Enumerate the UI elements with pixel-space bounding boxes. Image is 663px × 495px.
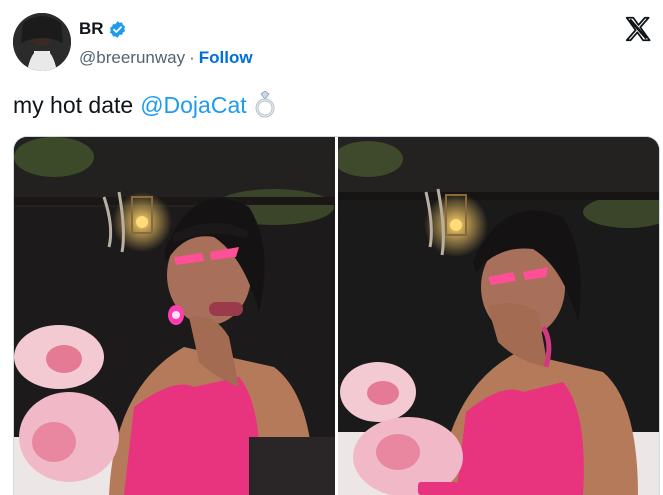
- separator-dot: ·: [189, 48, 195, 67]
- tweet-body: my hot date: [13, 91, 134, 118]
- ring-icon: [255, 91, 275, 118]
- author-handle[interactable]: @breerunway: [79, 48, 185, 68]
- media-grid: [13, 136, 660, 495]
- avatar[interactable]: [13, 13, 71, 71]
- tweet-text: my hot date @DojaCat: [13, 91, 276, 119]
- mention-link[interactable]: @DojaCat: [140, 92, 246, 119]
- author-name[interactable]: BR: [79, 19, 104, 39]
- x-logo-icon[interactable]: [623, 14, 653, 44]
- follow-button[interactable]: Follow: [199, 48, 253, 68]
- photo-2[interactable]: [338, 137, 659, 495]
- photo-1[interactable]: [14, 137, 335, 495]
- verified-badge-icon: [109, 20, 125, 38]
